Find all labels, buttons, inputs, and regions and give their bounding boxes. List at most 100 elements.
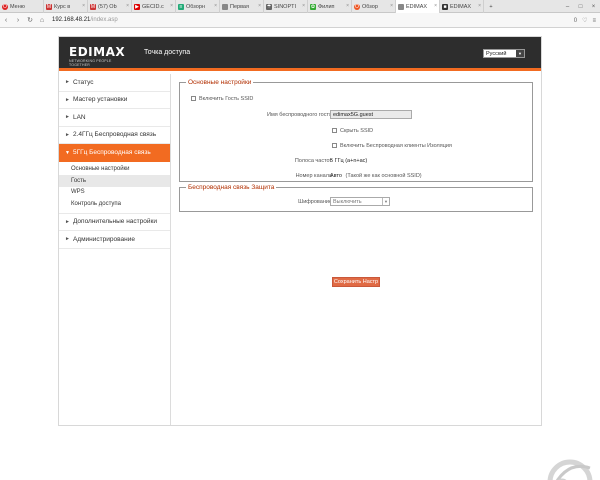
close-tab-icon[interactable]: × [214,3,217,9]
browser-tab[interactable]: M (57) Ob × [88,0,132,13]
url-field[interactable]: 192.168.48.21/index.asp [52,17,118,23]
band-value: 5 ГГц (a+n+ac) [330,158,368,164]
close-tab-icon[interactable]: × [126,3,129,9]
submenu-item-wps[interactable]: WPS [59,187,170,199]
url-host: 192.168.48.21 [52,17,91,23]
enable-guest-checkbox[interactable] [191,96,196,102]
router-header: EDIMAX NETWORKING PEOPLE TOGETHER Точка … [59,37,541,71]
browser-tab[interactable]: ■ EDIMAX × [440,0,484,13]
leaf-icon: ✿ [310,3,316,10]
browser-tab-label: (57) Ob [98,3,117,10]
close-tab-icon[interactable]: × [170,3,173,9]
back-icon[interactable]: ‹ [0,13,12,28]
browser-tab[interactable]: ▶ GECID.c × [132,0,176,13]
caret-right-icon: ► [65,114,70,121]
home-icon[interactable]: ⌂ [36,13,48,28]
sidebar-item-label: Статус [72,78,94,86]
address-bar: ‹ › ↻ ⌂ 192.168.48.21/index.asp 0 ♡ ≡ [0,13,600,28]
enable-guest-label: Включить Гость SSID [199,96,254,102]
forward-icon[interactable]: › [12,13,24,28]
submenu-item-basic[interactable]: Основные настройки [59,164,170,176]
close-tab-icon[interactable]: × [478,3,481,9]
maximize-icon[interactable]: □ [574,0,587,13]
sidebar-item-wireless-24[interactable]: ► 2.4ГГц Беспроводная связь [59,127,170,144]
minimize-icon[interactable]: – [561,0,574,13]
browser-tab-label: Обзор [362,3,378,10]
browser-tab-label: Филип [318,3,335,10]
caret-right-icon: ► [65,218,70,225]
sidebar-item-lan[interactable]: ► LAN [59,109,170,127]
submenu-item-label: Контроль доступа [71,200,121,207]
browser-tab-label: Курс в [54,3,71,10]
reload-icon[interactable]: ↻ [24,13,36,28]
submenu-item-access-control[interactable]: Контроль доступа [59,198,170,210]
band-label: Полоса частот [294,158,332,164]
sidebar-item-label: Мастер установки [72,96,128,104]
mail-icon: M [46,3,52,10]
hide-ssid-row: Скрыть SSID [332,128,373,134]
browser-tab[interactable]: ✿ Филип × [308,0,352,13]
hide-ssid-checkbox[interactable] [332,128,337,134]
browser-tab[interactable]: ☂ SINOPTI × [264,0,308,13]
close-window-icon[interactable]: × [587,0,600,13]
logo-word: EDIMAX [69,45,126,59]
close-tab-icon[interactable]: × [390,3,393,9]
opera-icon: O [354,3,360,10]
mail-icon: M [90,3,96,10]
language-value: Русский [486,50,507,57]
ssid-label: Имя беспроводного гостя [266,112,332,118]
isolation-label: Включить Беспроводная клиенты Изоляция [340,143,452,149]
menu-icon[interactable]: ≡ [592,18,596,24]
channel-row: Авто (Такой же как основной SSID) [330,173,422,179]
language-select[interactable]: Русский ▼ [483,49,525,58]
sidebar-item-wizard[interactable]: ► Мастер установки [59,92,170,109]
sidebar-item-label: Дополнительные настройки [72,218,157,226]
sidebar-item-label: 2.4ГГц Беспроводная связь [72,131,157,139]
close-tab-icon[interactable]: × [82,3,85,9]
basic-settings-group: Основные настройки Включить Гость SSID И… [179,79,533,182]
caret-down-icon: ▼ [65,149,70,156]
address-bar-tools: 0 ♡ ≡ [574,13,596,28]
window-controls: – □ × [561,0,600,13]
browser-tab[interactable]: O Меню [0,0,44,13]
encryption-label: Шифрование [298,199,332,205]
browser-tab-label: EDIMAX [450,3,472,10]
sidebar-item-status[interactable]: ► Статус [59,74,170,92]
router-page: EDIMAX NETWORKING PEOPLE TOGETHER Точка … [0,28,600,480]
new-tab-button[interactable]: + [484,0,498,13]
browser-tab[interactable]: ≡ Обзорн × [176,0,220,13]
wireless-security-legend: Беспроводная связь Защита [188,184,275,191]
sidebar-item-admin[interactable]: ► Администрирование [59,231,170,249]
browser-tab[interactable]: M Курс в × [44,0,88,13]
encryption-select[interactable]: Выключить ▼ [330,197,390,206]
close-tab-icon[interactable]: × [302,3,305,9]
wireless-security-group: Беспроводная связь Защита Шифрование Вык… [179,184,533,212]
sidebar-item-wireless-5[interactable]: ▼ 5ГГц Беспроводная связь [59,144,170,162]
sidebar-item-label: 5ГГц Беспроводная связь [72,149,151,157]
browser-tab[interactable]: Первая × [220,0,264,13]
sidebar-submenu: Основные настройки Гость WPS Контроль до… [59,162,170,214]
watermark-logo-icon [547,459,593,480]
sidebar-item-label: LAN [72,113,86,121]
browser-tab-active[interactable]: EDIMAX × [396,0,440,13]
submenu-item-label: WPS [71,189,85,196]
close-tab-icon[interactable]: × [434,3,437,9]
browser-tab-label: Меню [10,3,25,10]
sidebar-item-advanced[interactable]: ► Дополнительные настройки [59,214,170,231]
submenu-item-guest[interactable]: Гость [59,175,170,187]
submenu-item-label: Гость [71,177,87,184]
page-title: Точка доступа [144,49,191,56]
guest-ssid-input[interactable]: edimax5G.guest [330,110,412,119]
browser-tab-label: Первая [230,3,249,10]
channel-value: Авто [330,173,342,179]
heart-icon[interactable]: ♡ [582,17,587,24]
badge-count-icon[interactable]: 0 [574,18,577,24]
save-settings-button[interactable]: Сохранить Настр [332,277,380,287]
close-tab-icon[interactable]: × [346,3,349,9]
isolation-checkbox[interactable] [332,143,337,149]
close-tab-icon[interactable]: × [258,3,261,9]
hide-ssid-label: Скрыть SSID [340,128,374,134]
browser-tab[interactable]: O Обзор × [352,0,396,13]
browser-tab-bar: O Меню M Курс в × M (57) Ob × ▶ GECID.c … [0,0,600,13]
router-icon: ■ [442,3,448,10]
